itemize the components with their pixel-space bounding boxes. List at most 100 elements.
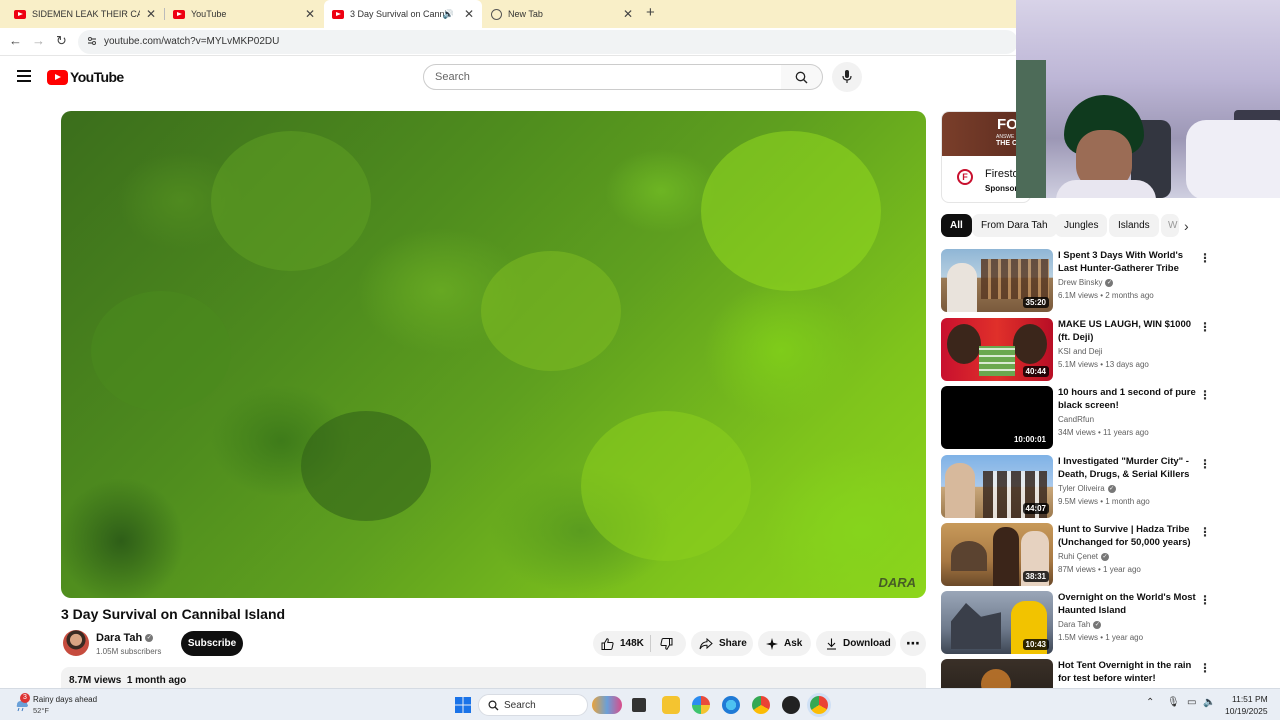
recommended-channel[interactable]: CandRfun <box>1058 415 1094 424</box>
recommended-channel[interactable]: Ruhi Çenet ✓ <box>1058 552 1110 561</box>
more-vert-icon[interactable]: ⋮ <box>1199 661 1211 675</box>
video-thumbnail[interactable]: 38:31 <box>941 523 1053 586</box>
thumbnail-money <box>979 346 1015 376</box>
youtube-favicon-icon <box>14 9 26 19</box>
widgets-icon[interactable] <box>592 696 622 714</box>
video-player[interactable]: DARA <box>61 111 926 598</box>
video-thumbnail[interactable]: 44:07 <box>941 455 1053 518</box>
site-settings-icon[interactable] <box>87 36 97 46</box>
chip-all[interactable]: All <box>941 214 972 237</box>
copilot-icon[interactable] <box>692 696 710 714</box>
task-view-icon[interactable] <box>632 698 646 712</box>
back-arrow-icon[interactable]: ← <box>9 33 22 48</box>
browser-tab-youtube[interactable]: YouTube ✕ <box>165 2 323 26</box>
search-icon <box>488 700 499 711</box>
dislike-button[interactable] <box>651 637 679 650</box>
address-bar[interactable]: youtube.com/watch?v=MYLvMKP02DU <box>78 30 1018 54</box>
video-thumbnail[interactable]: 35:20 <box>941 249 1053 312</box>
chrome-browser-icon[interactable] <box>752 696 770 714</box>
subscribe-button[interactable]: Subscribe <box>181 631 243 656</box>
download-button[interactable]: Download <box>816 631 896 656</box>
chrome-active-icon[interactable] <box>810 696 828 714</box>
close-tab-icon[interactable]: ✕ <box>146 7 156 21</box>
more-vert-icon[interactable]: ⋮ <box>1199 457 1211 471</box>
new-tab-button[interactable]: + <box>646 4 655 21</box>
share-button[interactable]: Share <box>691 631 753 656</box>
recommended-meta: 1.5M views • 1 year ago <box>1058 633 1144 642</box>
chrome-favicon-icon <box>491 8 502 20</box>
recommended-channel[interactable]: KSI and Deji <box>1058 347 1102 356</box>
recommended-channel[interactable]: Drew Binsky ✓ <box>1058 278 1114 287</box>
thumbnail-hut <box>951 541 987 571</box>
more-vert-icon[interactable]: ⋮ <box>1199 251 1211 265</box>
weather-temperature: 52°F <box>33 706 49 715</box>
network-icon[interactable]: ▭ <box>1187 697 1196 708</box>
recommended-title: 10 hours and 1 second of pure black scre… <box>1058 387 1196 411</box>
thumbnail-figure <box>947 263 977 312</box>
video-thumbnail[interactable]: 10:43 <box>941 591 1053 654</box>
channel-text: Ruhi Çenet <box>1058 552 1099 561</box>
channel-avatar[interactable] <box>63 630 89 656</box>
recommended-channel[interactable]: Tyler Oliveira ✓ <box>1058 484 1116 493</box>
clock-time[interactable]: 11:51 PM <box>1232 694 1268 704</box>
close-tab-icon[interactable]: ✕ <box>464 7 474 21</box>
youtube-logo[interactable]: YouTube <box>47 69 124 85</box>
chip-islands[interactable]: Islands <box>1109 214 1159 237</box>
more-vert-icon[interactable]: ⋮ <box>1199 388 1211 402</box>
chip-from-dara-tah[interactable]: From Dara Tah <box>972 214 1057 237</box>
video-thumbnail[interactable] <box>941 659 1053 688</box>
recommended-title: MAKE US LAUGH, WIN $1000 (ft. Deji) <box>1058 319 1192 343</box>
recommended-video[interactable]: 10:00:01 10 hours and 1 second of pure b… <box>941 386 1211 450</box>
file-explorer-icon[interactable] <box>662 696 680 714</box>
recommended-meta: 5.1M views • 13 days ago <box>1058 360 1149 369</box>
recommended-video[interactable]: 38:31 Hunt to Survive | Hadza Tribe (Unc… <box>941 523 1211 587</box>
chevron-up-icon[interactable]: ⌃ <box>1146 697 1154 708</box>
video-thumbnail[interactable]: 40:44 <box>941 318 1053 381</box>
voice-search-button[interactable] <box>832 62 862 92</box>
clock-date[interactable]: 10/19/2025 <box>1225 706 1268 716</box>
close-tab-icon[interactable]: ✕ <box>623 7 633 21</box>
volume-icon[interactable]: 🔈 <box>1203 697 1215 708</box>
more-actions-icon[interactable]: ⋯ <box>900 631 926 656</box>
microphone-icon[interactable]: 🎙 <box>1167 697 1180 708</box>
chevron-right-icon[interactable]: › <box>1184 218 1189 234</box>
more-vert-icon[interactable]: ⋮ <box>1199 320 1211 334</box>
like-dislike-group: 148K <box>593 631 686 656</box>
windows-start-icon[interactable] <box>455 697 471 713</box>
ask-label: Ask <box>784 638 803 649</box>
recommended-video[interactable]: 40:44 MAKE US LAUGH, WIN $1000 (ft. Deji… <box>941 318 1211 382</box>
app-icon[interactable] <box>782 696 800 714</box>
weather-summary[interactable]: Rainy days ahead <box>33 695 97 704</box>
more-vert-icon[interactable]: ⋮ <box>1199 525 1211 539</box>
more-vert-icon[interactable]: ⋮ <box>1199 593 1211 607</box>
recommended-video[interactable]: 10:43 Overnight on the World's Most Haun… <box>941 591 1211 655</box>
ask-button[interactable]: Ask <box>758 631 811 656</box>
chip-jungles[interactable]: Jungles <box>1055 214 1108 237</box>
logo-wordmark: YouTube <box>70 69 124 85</box>
chip-partial[interactable]: W <box>1161 214 1179 237</box>
browser-tab-active[interactable]: 3 Day Survival on Cannibal Island 🔊 ✕ <box>324 0 482 28</box>
close-tab-icon[interactable]: ✕ <box>305 7 315 21</box>
video-duration: 40:44 <box>1022 366 1049 377</box>
thumbnail-figure <box>993 527 1019 586</box>
recommended-video[interactable]: 35:20 I Spent 3 Days With World's Last H… <box>941 249 1211 313</box>
browser-tab-newtab[interactable]: New Tab ✕ <box>483 2 641 26</box>
reload-icon[interactable]: ↻ <box>56 33 67 49</box>
edge-browser-icon[interactable] <box>722 696 740 714</box>
search-button[interactable] <box>781 64 823 90</box>
recommended-video[interactable]: Hot Tent Overnight in the rain for test … <box>941 659 1211 688</box>
taskbar-search-box[interactable]: Search <box>478 694 588 716</box>
recommended-channel[interactable]: Dara Tah ✓ <box>1058 620 1102 629</box>
audio-playing-icon[interactable]: 🔊 <box>443 9 454 20</box>
recommended-meta: 6.1M views • 2 months ago <box>1058 291 1154 300</box>
recommended-video[interactable]: 44:07 I Investigated "Murder City" - Dea… <box>941 455 1211 519</box>
like-button[interactable]: 148K <box>593 635 651 652</box>
browser-tab-sidemen[interactable]: SIDEMEN LEAK THEIR CAMERA ROLLS ✕ <box>6 2 164 26</box>
video-thumbnail[interactable]: 10:00:01 <box>941 386 1053 449</box>
search-input[interactable]: Search <box>423 64 782 90</box>
forward-arrow-icon[interactable]: → <box>32 33 45 48</box>
channel-text: Tyler Oliveira <box>1058 484 1105 493</box>
channel-name[interactable]: Dara Tah ✓ <box>96 632 154 644</box>
hamburger-menu-icon[interactable] <box>17 70 31 82</box>
thumbnail-figure <box>945 463 975 518</box>
